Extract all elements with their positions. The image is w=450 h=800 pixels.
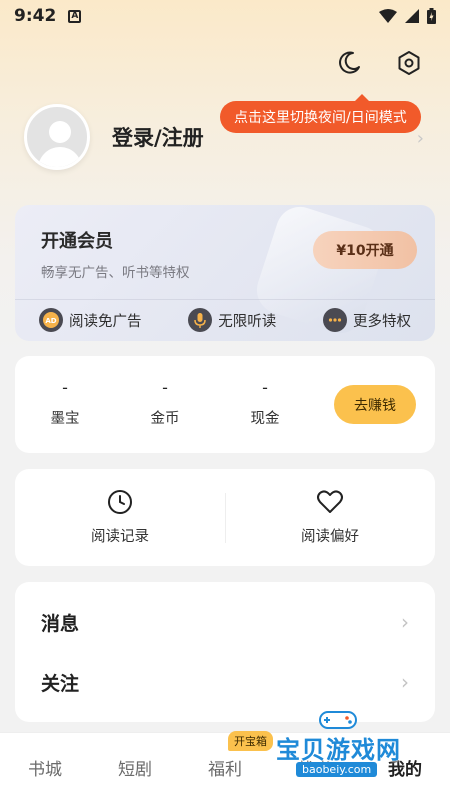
header-actions	[334, 48, 424, 78]
asset-label: 墨宝	[50, 411, 80, 427]
reading-preference-button[interactable]: 阅读偏好	[225, 489, 435, 546]
menu-item-follow[interactable]: 关注 ›	[15, 652, 435, 712]
asset-value: -	[62, 378, 68, 397]
tab-welfare[interactable]: 福利	[190, 755, 260, 780]
watermark-text: 宝贝游戏网	[276, 736, 401, 764]
login-register-link[interactable]: 登录/注册	[112, 122, 204, 152]
heart-icon	[317, 490, 343, 513]
tab-bookstore[interactable]: 书城	[10, 755, 80, 780]
status-icons	[379, 8, 436, 24]
asset-coins[interactable]: - 金币	[125, 378, 205, 428]
vip-divider	[15, 299, 435, 300]
microphone-icon	[188, 308, 213, 332]
asset-value: -	[162, 378, 168, 397]
asset-value: -	[262, 378, 268, 397]
notification-icon: A	[68, 9, 82, 23]
settings-icon	[398, 51, 420, 75]
asset-label: 现金	[250, 411, 280, 427]
vip-subtitle: 畅享无广告、听书等特权	[41, 265, 190, 281]
reading-history-button[interactable]: 阅读记录	[15, 489, 225, 546]
tab-short-drama[interactable]: 短剧	[100, 755, 170, 780]
battery-icon	[427, 8, 436, 24]
clock-icon	[108, 490, 132, 514]
assets-card: - 墨宝 - 金币 - 现金 去赚钱	[15, 356, 435, 453]
menu-item-messages[interactable]: 消息 ›	[15, 592, 435, 652]
signal-icon	[405, 9, 419, 23]
vip-open-button[interactable]: ¥10开通	[313, 231, 417, 269]
avatar-head-shape	[49, 121, 71, 143]
perk-more[interactable]: 更多特权	[323, 305, 411, 335]
vip-card[interactable]: 开通会员 畅享无广告、听书等特权 ¥10开通 AD 阅读免广告 无限听读 更多特…	[15, 205, 435, 341]
menu-card: 消息 › 关注 ›	[15, 582, 435, 722]
watermark: 宝贝游戏网 baobeiy.com	[272, 708, 422, 788]
asset-mobao[interactable]: - 墨宝	[25, 378, 105, 428]
vip-perks: AD 阅读免广告 无限听读 更多特权	[39, 305, 411, 335]
avatar-body-shape	[38, 147, 82, 167]
asset-cash[interactable]: - 现金	[225, 378, 305, 428]
avatar[interactable]	[24, 104, 90, 170]
perk-no-ads[interactable]: AD 阅读免广告	[39, 305, 142, 335]
reading-preference-label: 阅读偏好	[301, 529, 359, 545]
menu-item-label: 关注	[41, 672, 80, 695]
more-icon	[323, 308, 347, 332]
gamepad-icon	[319, 711, 357, 729]
reading-card: 阅读记录 阅读偏好	[15, 469, 435, 566]
chevron-right-icon: ›	[401, 670, 409, 694]
treasure-box-badge: 开宝箱	[228, 731, 273, 751]
perk-unlimited-listen[interactable]: 无限听读	[188, 305, 276, 335]
wifi-icon	[379, 9, 397, 23]
menu-item-label: 消息	[41, 612, 80, 635]
ad-icon: AD	[39, 308, 63, 332]
reading-history-label: 阅读记录	[91, 529, 149, 545]
night-mode-button[interactable]	[334, 48, 364, 78]
chevron-right-icon: ›	[416, 128, 424, 149]
profile-section[interactable]: 登录/注册	[24, 104, 204, 170]
earn-money-button[interactable]: 去赚钱	[334, 385, 416, 424]
chevron-right-icon: ›	[401, 610, 409, 634]
status-time: 9:42	[14, 6, 57, 26]
perk-label: 更多特权	[353, 313, 411, 330]
settings-button[interactable]	[394, 48, 424, 78]
svg-text:AD: AD	[45, 317, 56, 325]
perk-label: 无限听读	[218, 313, 277, 330]
night-mode-tooltip: 点击这里切换夜间/日间模式	[220, 94, 421, 133]
watermark-url: baobeiy.com	[296, 762, 378, 777]
vip-title: 开通会员	[41, 231, 113, 252]
perk-label: 阅读免广告	[69, 313, 142, 330]
asset-label: 金币	[150, 411, 180, 427]
status-bar: 9:42 A	[0, 0, 450, 32]
moon-icon	[339, 51, 360, 74]
